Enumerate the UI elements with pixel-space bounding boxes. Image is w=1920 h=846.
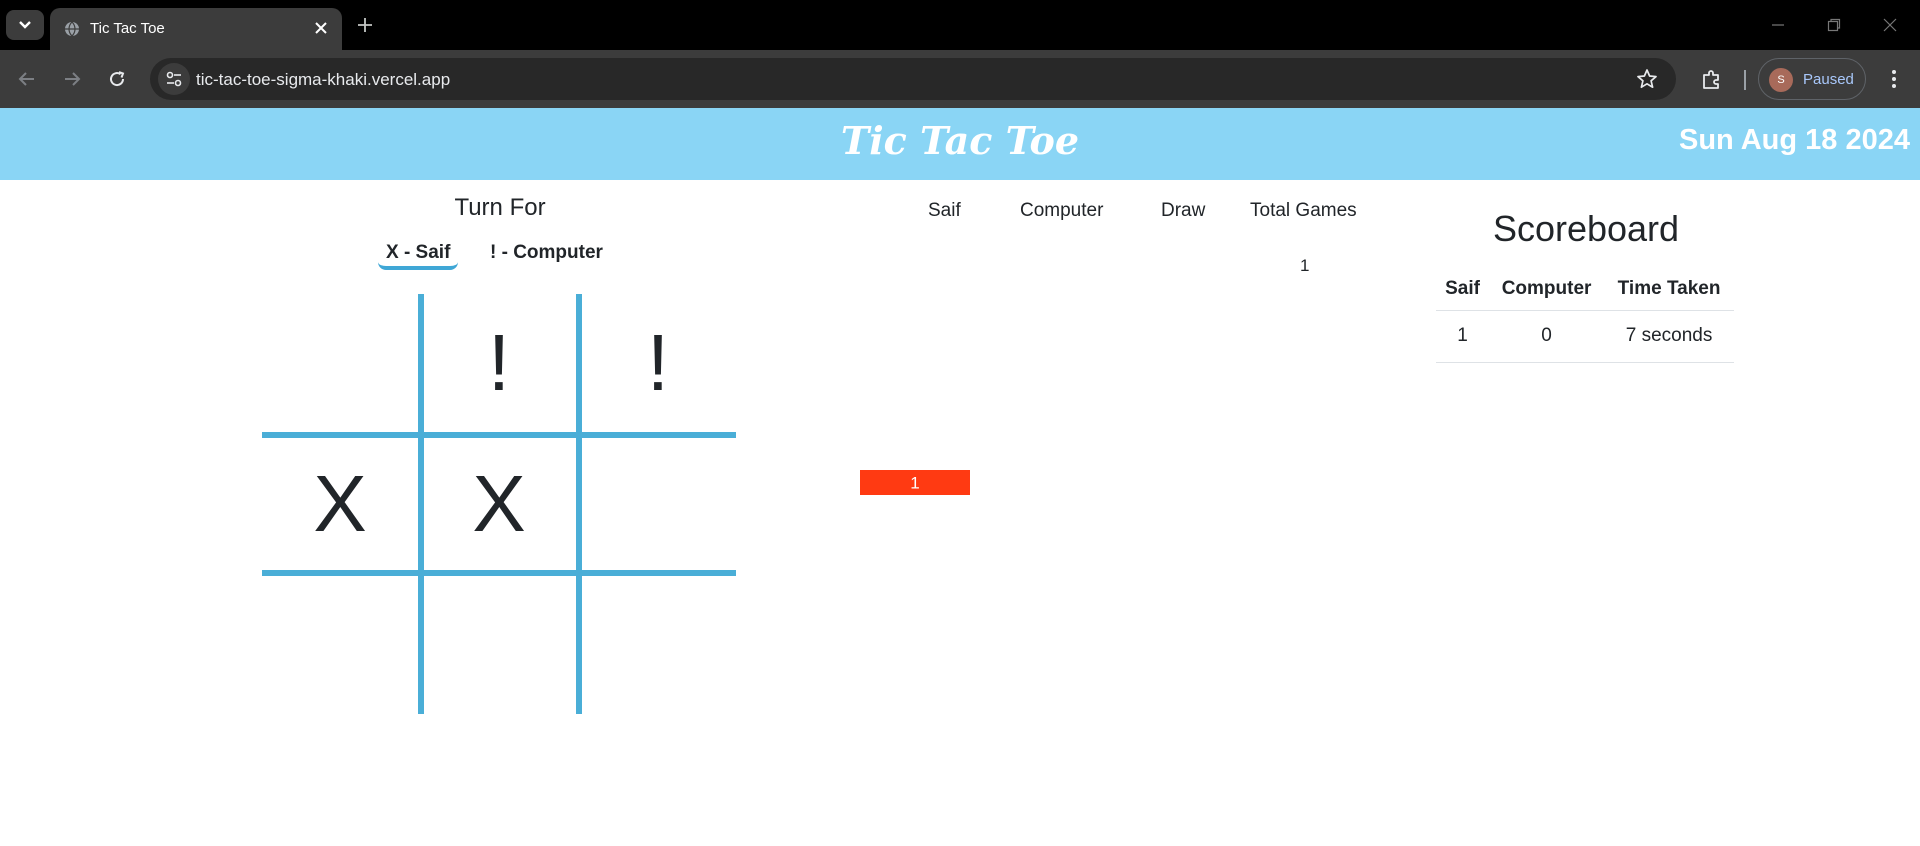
profile-button[interactable]: S Paused bbox=[1758, 58, 1866, 100]
plus-icon bbox=[358, 18, 372, 32]
forward-button[interactable] bbox=[58, 65, 86, 93]
stats-value-total-games: 1 bbox=[1300, 256, 1310, 275]
board-cell-9[interactable] bbox=[580, 575, 736, 713]
address-bar[interactable]: tic-tac-toe-sigma-khaki.vercel.app bbox=[150, 58, 1676, 100]
column-header-time-taken: Time Taken bbox=[1604, 268, 1734, 311]
browser-toolbar: tic-tac-toe-sigma-khaki.vercel.app S Pau… bbox=[0, 50, 1920, 108]
scoreboard-table: Saif Computer Time Taken 1 0 7 seconds bbox=[1436, 268, 1734, 363]
current-date: Sun Aug 18 2024 bbox=[1678, 124, 1910, 156]
close-icon bbox=[1883, 18, 1897, 32]
arrow-right-icon bbox=[65, 72, 81, 86]
bar-label-saif: 1 bbox=[910, 474, 919, 493]
board-cell-3[interactable]: ! bbox=[580, 294, 736, 432]
table-row: 1 0 7 seconds bbox=[1436, 310, 1734, 363]
cell-computer-score: 0 bbox=[1489, 310, 1605, 363]
extensions-button[interactable] bbox=[1698, 65, 1726, 93]
cell-saif-score: 1 bbox=[1436, 310, 1490, 363]
minimize-icon bbox=[1772, 24, 1784, 26]
restore-button[interactable] bbox=[1822, 14, 1846, 36]
board-cell-2[interactable]: ! bbox=[421, 294, 577, 432]
column-header-saif: Saif bbox=[1436, 268, 1490, 311]
app-header: Tic Tac Toe Sun Aug 18 2024 bbox=[0, 108, 1920, 180]
site-info-button[interactable] bbox=[158, 63, 190, 95]
board-cell-5[interactable]: X bbox=[421, 435, 577, 573]
stats-header-draw: Draw bbox=[1161, 200, 1206, 221]
game-board: ! ! X X bbox=[262, 294, 736, 714]
arrow-left-icon bbox=[18, 72, 34, 86]
cell-time-taken: 7 seconds bbox=[1604, 310, 1734, 363]
new-tab-button[interactable] bbox=[352, 12, 378, 38]
puzzle-icon bbox=[1703, 70, 1719, 89]
restore-icon bbox=[1827, 18, 1841, 32]
reload-icon bbox=[110, 71, 125, 87]
board-cell-1[interactable] bbox=[262, 294, 418, 432]
reload-button[interactable] bbox=[103, 65, 131, 93]
tab-search-button[interactable] bbox=[6, 10, 44, 40]
column-header-computer: Computer bbox=[1489, 268, 1605, 311]
avatar: S bbox=[1769, 68, 1793, 92]
chevron-down-icon bbox=[19, 21, 31, 29]
app-title: Tic Tac Toe bbox=[840, 118, 1080, 163]
back-button[interactable] bbox=[13, 65, 41, 93]
url-text[interactable]: tic-tac-toe-sigma-khaki.vercel.app bbox=[196, 70, 450, 90]
scoreboard-title: Scoreboard bbox=[1492, 208, 1680, 249]
profile-status-label: Paused bbox=[1803, 71, 1854, 88]
player-tab-computer[interactable]: ! - Computer bbox=[490, 242, 603, 264]
stats-header-total-games: Total Games bbox=[1250, 200, 1357, 221]
tab-title: Tic Tac Toe bbox=[90, 20, 165, 37]
scoreboard-header-row: Saif Computer Time Taken bbox=[1436, 268, 1734, 311]
close-tab-icon[interactable] bbox=[312, 19, 330, 37]
board-cell-6[interactable] bbox=[580, 435, 736, 573]
toolbar-divider bbox=[1744, 70, 1746, 90]
browser-menu-button[interactable] bbox=[1880, 65, 1908, 93]
player-tab-saif[interactable]: X - Saif bbox=[378, 242, 459, 270]
stats-header-computer: Computer bbox=[1020, 200, 1104, 221]
board-cell-8[interactable] bbox=[421, 575, 577, 713]
minimize-button[interactable] bbox=[1766, 14, 1790, 36]
results-bar-chart: 1 bbox=[860, 470, 970, 495]
browser-tab[interactable]: Tic Tac Toe bbox=[50, 8, 342, 50]
globe-icon bbox=[65, 21, 79, 37]
board-cell-7[interactable] bbox=[262, 575, 418, 713]
turn-heading: Turn For bbox=[454, 194, 546, 221]
close-window-button[interactable] bbox=[1878, 14, 1902, 36]
stats-header-saif: Saif bbox=[928, 200, 961, 221]
bookmark-star-icon[interactable] bbox=[1636, 68, 1658, 90]
browser-tab-strip: Tic Tac Toe bbox=[0, 0, 1920, 50]
more-vert-icon bbox=[1892, 70, 1896, 88]
tune-icon bbox=[166, 71, 182, 87]
board-cell-4[interactable]: X bbox=[262, 435, 418, 573]
